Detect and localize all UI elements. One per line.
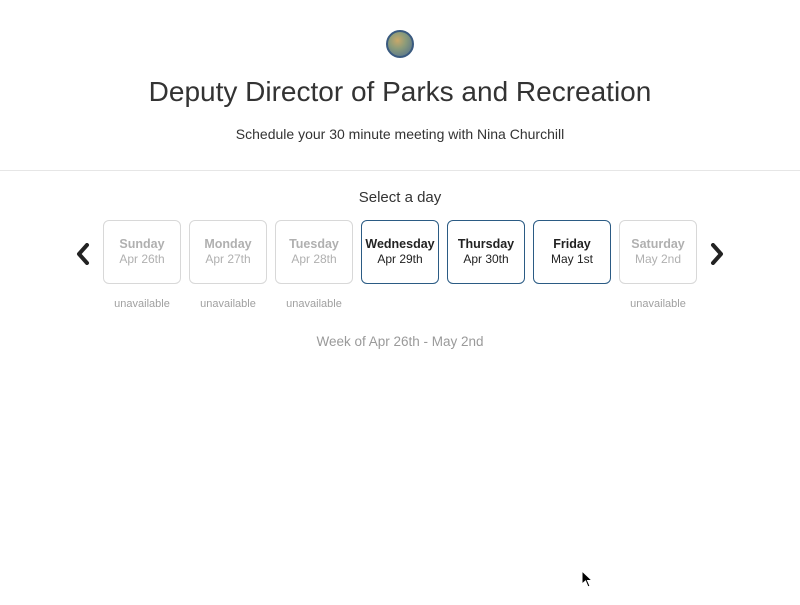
unavailable-label: unavailable [630,298,686,310]
day-name: Wednesday [365,236,434,252]
unavailable-label: unavailable [286,298,342,310]
page-subtitle: Schedule your 30 minute meeting with Nin… [0,126,800,142]
day-card-thursday[interactable]: Thursday Apr 30th [447,220,525,284]
header: Deputy Director of Parks and Recreation … [0,0,800,142]
day-name: Thursday [458,236,514,252]
day-card-monday: Monday Apr 27th [189,220,267,284]
divider [0,170,800,171]
day-col-5: Friday May 1st [533,220,611,284]
day-date: May 1st [551,252,593,268]
day-name: Monday [204,236,251,252]
day-date: Apr 28th [291,252,336,268]
week-row: Sunday Apr 26th unavailable Monday Apr 2… [0,220,800,310]
day-card-tuesday: Tuesday Apr 28th [275,220,353,284]
week-range-label: Week of Apr 26th - May 2nd [0,334,800,349]
page-title: Deputy Director of Parks and Recreation [0,76,800,108]
unavailable-label: unavailable [114,298,170,310]
prev-week-button[interactable] [71,222,95,286]
org-logo [386,30,414,58]
chevron-left-icon [75,243,91,265]
day-col-6: Saturday May 2nd unavailable [619,220,697,310]
day-date: May 2nd [635,252,681,268]
day-date: Apr 26th [119,252,164,268]
day-date: Apr 30th [463,252,508,268]
day-col-0: Sunday Apr 26th unavailable [103,220,181,310]
day-card-friday[interactable]: Friday May 1st [533,220,611,284]
day-col-3: Wednesday Apr 29th [361,220,439,284]
day-date: Apr 29th [377,252,422,268]
day-col-2: Tuesday Apr 28th unavailable [275,220,353,310]
cursor-icon [581,570,595,588]
next-week-button[interactable] [705,222,729,286]
day-date: Apr 27th [205,252,250,268]
day-col-1: Monday Apr 27th unavailable [189,220,267,310]
day-col-4: Thursday Apr 30th [447,220,525,284]
chevron-right-icon [709,243,725,265]
day-card-saturday: Saturday May 2nd [619,220,697,284]
day-name: Saturday [631,236,685,252]
day-name: Sunday [119,236,164,252]
day-name: Friday [553,236,591,252]
day-card-sunday: Sunday Apr 26th [103,220,181,284]
unavailable-label: unavailable [200,298,256,310]
day-name: Tuesday [289,236,339,252]
select-day-label: Select a day [0,189,800,206]
day-card-wednesday[interactable]: Wednesday Apr 29th [361,220,439,284]
